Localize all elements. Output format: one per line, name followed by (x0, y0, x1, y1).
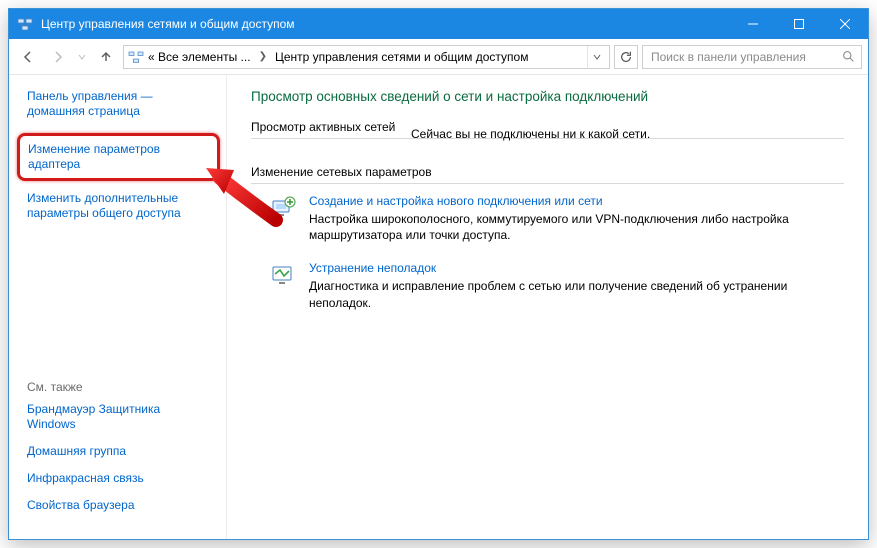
up-button[interactable] (93, 44, 119, 70)
recent-dropdown[interactable] (75, 44, 89, 70)
control-panel-home-link[interactable]: Панель управления — домашняя страница (27, 89, 212, 119)
task-new-connection[interactable]: Создание и настройка нового подключения … (269, 194, 844, 243)
section-change-settings: Изменение сетевых параметров (251, 165, 844, 183)
search-icon (842, 50, 855, 63)
maximize-button[interactable] (776, 9, 822, 39)
body: Панель управления — домашняя страница Из… (9, 75, 868, 539)
address-bar[interactable]: « Все элементы ... ❯ Центр управления се… (123, 45, 610, 69)
divider (251, 183, 844, 184)
chevron-right-icon[interactable]: ❯ (255, 51, 271, 62)
close-button[interactable] (822, 9, 868, 39)
minimize-button[interactable] (730, 9, 776, 39)
sidebar-link-adapter-settings[interactable]: Изменение параметров адаптера (17, 133, 220, 181)
forward-button[interactable] (45, 44, 71, 70)
page-heading: Просмотр основных сведений о сети и наст… (251, 89, 844, 104)
task-troubleshoot[interactable]: Устранение неполадок Диагностика и испра… (269, 261, 844, 310)
see-also-link[interactable]: Свойства браузера (27, 498, 212, 513)
task-desc: Диагностика и исправление проблем с сеть… (309, 278, 844, 310)
see-also-link[interactable]: Брандмауэр Защитника Windows (27, 402, 212, 432)
navigation-row: « Все элементы ... ❯ Центр управления се… (9, 39, 868, 75)
new-connection-icon (269, 194, 297, 222)
window-title: Центр управления сетями и общим доступом (41, 17, 295, 31)
sidebar-link-sharing-settings[interactable]: Изменить дополнительные параметры общего… (27, 191, 212, 221)
app-icon (17, 16, 33, 32)
back-button[interactable] (15, 44, 41, 70)
no-network-status: Сейчас вы не подключены ни к какой сети. (411, 127, 844, 141)
breadcrumb-seg[interactable]: Центр управления сетями и общим доступом (273, 50, 531, 64)
see-also-link[interactable]: Инфракрасная связь (27, 471, 212, 486)
sidebar: Панель управления — домашняя страница Из… (9, 75, 227, 539)
search-box[interactable] (642, 45, 862, 69)
task-title: Создание и настройка нового подключения … (309, 194, 844, 208)
see-also-header: См. также (27, 380, 212, 394)
main-content: Просмотр основных сведений о сети и наст… (227, 75, 868, 539)
troubleshoot-icon (269, 261, 297, 289)
task-desc: Настройка широкополосного, коммутируемог… (309, 211, 844, 243)
search-input[interactable] (649, 49, 836, 65)
breadcrumb-seg[interactable]: « Все элементы ... (146, 50, 253, 64)
see-also-link[interactable]: Домашняя группа (27, 444, 212, 459)
refresh-button[interactable] (614, 45, 638, 69)
location-icon (128, 49, 144, 65)
address-dropdown[interactable] (587, 46, 605, 68)
window-frame: Центр управления сетями и общим доступом (8, 8, 869, 540)
titlebar[interactable]: Центр управления сетями и общим доступом (9, 9, 868, 39)
task-title: Устранение неполадок (309, 261, 844, 275)
